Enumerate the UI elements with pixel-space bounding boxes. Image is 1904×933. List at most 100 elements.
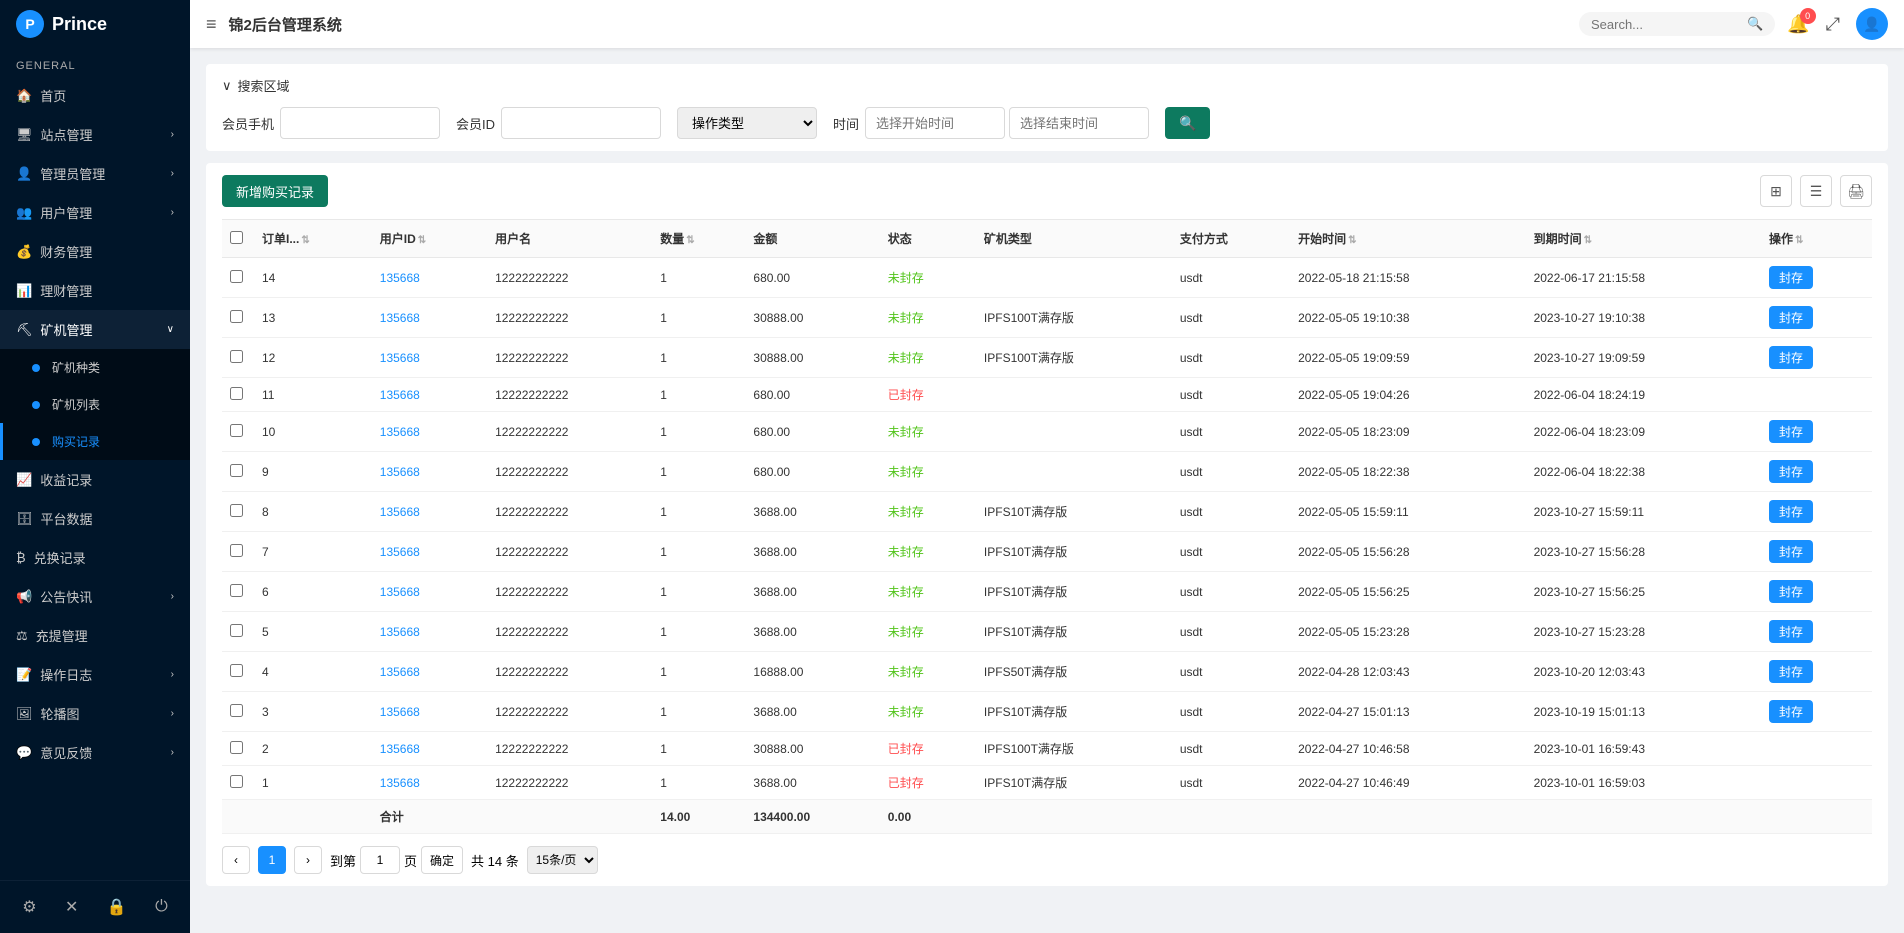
sidebar-item-purchase-records[interactable]: 购买记录 [0,423,190,460]
row-checkbox[interactable] [230,624,243,637]
print-btn[interactable]: 🖨 [1840,175,1872,207]
sidebar-item-feedback[interactable]: 💬 意见反馈 › [0,733,190,772]
sidebar-item-earnings[interactable]: 📈 收益记录 [0,460,190,499]
total-check-cell [222,800,254,834]
table-row: 11 135668 12222222222 1 680.00 已封存 usdt … [222,378,1872,412]
row-checkbox[interactable] [230,387,243,400]
sort-icon: ⇅ [686,235,694,246]
sidebar-item-wealth-mgmt[interactable]: 📊 理财管理 [0,271,190,310]
sidebar-item-miner-list[interactable]: 矿机列表 [0,386,190,423]
row-payment: usdt [1172,766,1290,800]
row-checkbox[interactable] [230,270,243,283]
action-btn[interactable]: 封存 [1769,346,1813,369]
goto-confirm-btn[interactable]: 确定 [421,846,463,874]
sidebar-item-miner-types[interactable]: 矿机种类 [0,349,190,386]
power-icon[interactable]: ⏻ [151,894,172,920]
action-btn[interactable]: 封存 [1769,580,1813,603]
dot-icon-active [32,438,40,446]
sidebar-item-home[interactable]: 🏠 首页 [0,76,190,115]
row-action: 封存 [1761,258,1872,298]
action-btn[interactable]: 封存 [1769,540,1813,563]
prev-page-btn[interactable]: ‹ [222,846,250,874]
avatar[interactable]: 👤 [1856,8,1888,40]
sidebar-item-exchange-records[interactable]: ₿ 兑换记录 [0,538,190,577]
row-payment: usdt [1172,452,1290,492]
search-input[interactable] [1591,17,1741,32]
row-checkbox[interactable] [230,704,243,717]
action-btn[interactable]: 封存 [1769,660,1813,683]
action-btn[interactable]: 封存 [1769,500,1813,523]
row-username: 12222222222 [487,338,652,378]
action-btn[interactable]: 封存 [1769,700,1813,723]
sidebar-item-miner-mgmt[interactable]: ⛏ 矿机管理 ∨ [0,310,190,349]
action-btn[interactable]: 封存 [1769,266,1813,289]
table-body: 14 135668 12222222222 1 680.00 未封存 usdt … [222,258,1872,800]
sidebar-item-deposit-mgmt[interactable]: ⚖ 充提管理 [0,616,190,655]
action-btn[interactable]: 封存 [1769,620,1813,643]
total-end-cell [1526,800,1761,834]
row-quantity: 1 [652,298,745,338]
row-check [222,298,254,338]
search-area-toggle[interactable]: ∨ 搜索区域 [222,76,1872,95]
row-status: 未封存 [880,492,976,532]
sidebar-item-user-mgmt[interactable]: 👥 用户管理 › [0,193,190,232]
column-view-btn[interactable]: ☰ [1800,175,1832,207]
th-miner-type: 矿机类型 [976,220,1172,258]
search-button[interactable]: 🔍 [1165,107,1210,139]
select-all-checkbox[interactable] [230,231,243,244]
member-phone-input[interactable] [280,107,440,139]
row-checkbox[interactable] [230,741,243,754]
goto-page-input[interactable] [360,846,400,874]
row-quantity: 1 [652,338,745,378]
action-btn[interactable]: 封存 [1769,420,1813,443]
page-size-select[interactable]: 15条/页 30条/页 50条/页 [527,846,598,874]
row-checkbox[interactable] [230,544,243,557]
action-btn[interactable]: 封存 [1769,306,1813,329]
row-user-id: 135668 [372,532,487,572]
lock-icon[interactable]: 🔒 [103,893,131,921]
action-btn[interactable]: 封存 [1769,460,1813,483]
row-check [222,338,254,378]
row-username: 12222222222 [487,412,652,452]
row-end-time: 2023-10-27 15:23:28 [1526,612,1761,652]
sidebar-item-admin-mgmt[interactable]: 👤 管理员管理 › [0,154,190,193]
start-time-input[interactable] [865,107,1005,139]
end-time-input[interactable] [1009,107,1149,139]
table-toolbar: 新增购买记录 ⊞ ☰ 🖨 [222,175,1872,207]
row-end-time: 2023-10-27 19:10:38 [1526,298,1761,338]
row-miner-type: IPFS100T满存版 [976,732,1172,766]
grid-view-btn[interactable]: ⊞ [1760,175,1792,207]
row-checkbox[interactable] [230,584,243,597]
close-icon[interactable]: ✕ [61,893,82,921]
row-checkbox[interactable] [230,310,243,323]
sidebar-item-finance-mgmt[interactable]: 💰 财务管理 [0,232,190,271]
sidebar-item-announcements[interactable]: 📢 公告快讯 › [0,577,190,616]
menu-toggle-icon[interactable]: ≡ [206,14,217,35]
operation-type-select[interactable]: 操作类型 [677,107,817,139]
sidebar-item-operation-log[interactable]: 📝 操作日志 › [0,655,190,694]
row-miner-type [976,258,1172,298]
row-username: 12222222222 [487,532,652,572]
expand-btn[interactable]: ⤢ [1826,14,1840,35]
row-checkbox[interactable] [230,504,243,517]
search-icon[interactable]: 🔍 [1747,16,1763,32]
member-id-input[interactable] [501,107,661,139]
row-checkbox[interactable] [230,464,243,477]
sort-icon: ⇅ [1348,235,1356,246]
sidebar-item-platform-data[interactable]: 🗄 平台数据 [0,499,190,538]
row-order-id: 4 [254,652,372,692]
notification-btn[interactable]: 🔔 0 [1787,14,1809,35]
next-page-btn[interactable]: › [294,846,322,874]
row-payment: usdt [1172,572,1290,612]
row-checkbox[interactable] [230,424,243,437]
sidebar-item-carousel[interactable]: 🖼 轮播图 › [0,694,190,733]
row-checkbox[interactable] [230,664,243,677]
row-action: 封存 [1761,532,1872,572]
settings-icon[interactable]: ⚙ [18,893,40,921]
row-checkbox[interactable] [230,775,243,788]
row-checkbox[interactable] [230,350,243,363]
row-status: 已封存 [880,766,976,800]
add-record-button[interactable]: 新增购买记录 [222,175,328,207]
sidebar-item-site-mgmt[interactable]: 🖥 站点管理 › [0,115,190,154]
page-1-btn[interactable]: 1 [258,846,286,874]
